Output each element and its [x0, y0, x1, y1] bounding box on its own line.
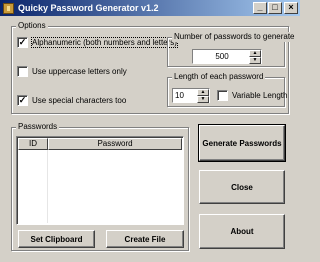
alphanumeric-checkbox[interactable]: ✓ [17, 37, 28, 48]
length-group: Length of each password ▲ ▼ Variable Len… [167, 72, 287, 107]
alphanumeric-label: Alphanumeric (both numbers and letters) [31, 37, 178, 48]
column-header-password[interactable]: Password [48, 138, 182, 150]
variable-length-checkbox[interactable] [217, 90, 228, 101]
passwords-group-label: Passwords [16, 122, 60, 132]
alphanumeric-option[interactable]: ✓ Alphanumeric (both numbers and letters… [17, 37, 178, 48]
column-header-id[interactable]: ID [18, 138, 48, 150]
count-group-label: Number of passwords to generate [172, 32, 297, 42]
title-bar[interactable]: Quicky Password Generator v1.2 _ □ × [0, 0, 300, 16]
special-chars-checkbox[interactable]: ✓ [17, 95, 28, 106]
length-input[interactable] [173, 89, 197, 102]
special-chars-label: Use special characters too [32, 96, 127, 105]
close-label: Close [231, 182, 253, 192]
variable-length-label: Variable Length [232, 91, 288, 100]
passwords-list[interactable]: ID Password [16, 136, 184, 225]
uppercase-checkbox[interactable] [17, 66, 28, 77]
window-controls: _ □ × [252, 2, 298, 14]
window-title: Quicky Password Generator v1.2 [18, 3, 159, 13]
column-divider [47, 150, 48, 223]
generate-passwords-button[interactable]: Generate Passwords [198, 124, 286, 162]
count-input[interactable] [193, 50, 249, 63]
options-group: Options ✓ Alphanumeric (both numbers and… [11, 21, 297, 114]
uppercase-option[interactable]: Use uppercase letters only [17, 66, 127, 77]
set-clipboard-label: Set Clipboard [30, 234, 83, 244]
count-down-arrow-icon[interactable]: ▼ [249, 57, 261, 64]
passwords-list-body[interactable] [18, 150, 182, 223]
set-clipboard-button[interactable]: Set Clipboard [18, 230, 95, 248]
passwords-list-header: ID Password [18, 138, 182, 150]
special-chars-option[interactable]: ✓ Use special characters too [17, 95, 126, 106]
count-group: Number of passwords to generate ▲ ▼ [167, 32, 297, 67]
length-up-arrow-icon[interactable]: ▲ [197, 89, 209, 96]
passwords-group: Passwords ID Password Set Clipboard Crea… [11, 122, 189, 251]
count-spinner[interactable]: ▲ ▼ [192, 49, 262, 64]
generate-passwords-label: Generate Passwords [202, 138, 282, 148]
length-group-label: Length of each password [172, 72, 266, 82]
length-spinner[interactable]: ▲ ▼ [172, 88, 210, 103]
count-up-arrow-icon[interactable]: ▲ [249, 50, 261, 57]
options-group-label: Options [16, 21, 48, 31]
minimize-button[interactable]: _ [253, 2, 267, 14]
maximize-button[interactable]: □ [268, 2, 282, 14]
close-window-button[interactable]: × [284, 2, 298, 14]
create-file-label: Create File [124, 234, 166, 244]
variable-length-option[interactable]: Variable Length [217, 90, 287, 101]
create-file-button[interactable]: Create File [106, 230, 184, 248]
about-label: About [230, 227, 254, 236]
close-button[interactable]: Close [199, 170, 285, 204]
app-key-icon [3, 2, 14, 14]
uppercase-label: Use uppercase letters only [32, 67, 127, 76]
length-down-arrow-icon[interactable]: ▼ [197, 96, 209, 103]
about-button[interactable]: About [199, 214, 285, 249]
